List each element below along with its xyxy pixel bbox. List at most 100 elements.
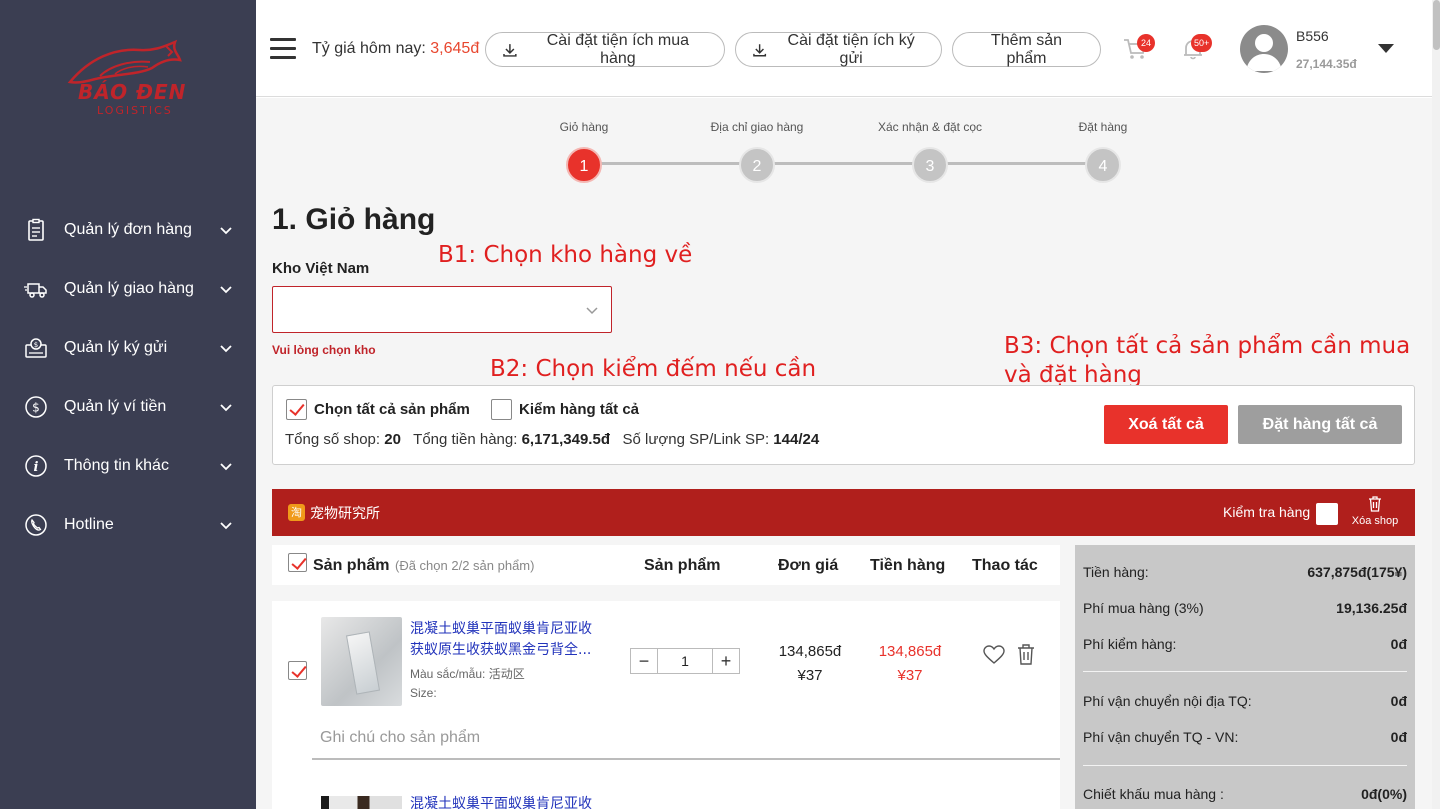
chevron-down-icon: [220, 462, 232, 470]
exchange-rate: Tỷ giá hôm nay: 3,645đ: [312, 40, 479, 58]
shop-name[interactable]: 宠物研究所: [310, 503, 380, 523]
product-title-link[interactable]: 混凝土蚁巢平面蚁巢肯尼亚收: [410, 793, 592, 809]
step-number: 4: [1085, 147, 1121, 183]
select-shop-products-checkbox[interactable]: [288, 553, 307, 572]
col-unit-price: Đơn giá: [778, 557, 839, 574]
hamburger-menu-icon[interactable]: [270, 38, 296, 60]
delete-shop-label: Xóa shop: [1351, 515, 1399, 527]
fee-value: 0đ: [1390, 729, 1407, 745]
step-label: Địa chỉ giao hàng: [710, 120, 804, 134]
order-all-button[interactable]: Đặt hàng tất cả: [1238, 405, 1402, 444]
taobao-icon: 淘: [288, 504, 305, 521]
checkout-stepper: Giỏ hàng 1 Địa chỉ giao hàng 2 Xác nhận …: [556, 120, 1127, 190]
fee-value: 637,875đ(175¥): [1307, 564, 1407, 580]
product-image[interactable]: [321, 796, 402, 809]
notification-count-badge: 50+: [1191, 34, 1213, 52]
fee-goods: Tiền hàng: 637,875đ(175¥): [1083, 564, 1407, 580]
sidebar-item-label: Quản lý giao hàng: [64, 279, 194, 297]
fee-label: Tiền hàng:: [1083, 564, 1149, 580]
check-all-checkbox[interactable]: [491, 399, 512, 420]
svg-text:$: $: [32, 400, 40, 414]
shop-header: 淘 宠物研究所 Kiểm tra hàng Xóa shop: [272, 489, 1415, 536]
install-consign-extension-label: Cài đặt tiện ích ký gửi: [787, 31, 915, 67]
increase-quantity-button[interactable]: +: [713, 649, 739, 673]
fee-label: Phí vận chuyển nội địa TQ:: [1083, 693, 1252, 709]
amount-cny: ¥37: [897, 667, 923, 684]
sidebar-item-delivery[interactable]: Quản lý giao hàng: [0, 259, 256, 318]
dollar-circle-icon: $: [25, 395, 47, 418]
page-title: 1. Giỏ hàng: [272, 203, 436, 236]
install-purchase-extension-button[interactable]: Cài đặt tiện ích mua hàng: [485, 32, 725, 67]
product-image[interactable]: [321, 617, 402, 706]
add-product-button[interactable]: Thêm sản phẩm: [952, 32, 1101, 67]
note-underline: [312, 758, 1060, 760]
amount: 134,865đ ¥37: [870, 640, 950, 688]
user-silhouette-icon: [1246, 34, 1282, 71]
fee-domestic-shipping: Phí vận chuyển nội địa TQ: 0đ: [1083, 693, 1407, 709]
sidebar-nav: Quản lý đơn hàng Quản lý giao hàng $ Quả…: [0, 200, 256, 554]
delete-product-trash-icon[interactable]: [1016, 643, 1036, 665]
sidebar-item-hotline[interactable]: Hotline: [0, 495, 256, 554]
chevron-down-icon: [220, 226, 232, 234]
user-name: B556: [1296, 28, 1329, 44]
sidebar-item-other-info[interactable]: i Thông tin khác: [0, 436, 256, 495]
warehouse-select[interactable]: [272, 286, 612, 333]
sidebar-item-orders[interactable]: Quản lý đơn hàng: [0, 200, 256, 259]
product-checkbox[interactable]: [288, 661, 307, 680]
scrollbar-thumb[interactable]: [1433, 0, 1440, 50]
fee-label: Chiết khấu mua hàng :: [1083, 786, 1224, 802]
quantity-input[interactable]: 1: [657, 649, 713, 673]
fee-check: Phí kiểm hàng: 0đ: [1083, 636, 1407, 652]
main-content: Giỏ hàng 1 Địa chỉ giao hàng 2 Xác nhận …: [256, 98, 1432, 809]
sidebar-item-wallet[interactable]: $ Quản lý ví tiền: [0, 377, 256, 436]
step-number: 1: [566, 147, 602, 183]
selected-count: (Đã chọn 2/2 sản phẩm): [395, 558, 535, 573]
fee-label: Phí kiểm hàng:: [1083, 636, 1177, 652]
step-address: Địa chỉ giao hàng 2: [697, 120, 817, 183]
decrease-quantity-button[interactable]: −: [631, 649, 657, 673]
info-icon: i: [25, 454, 47, 477]
step-label: Xác nhận & đặt cọc: [877, 120, 983, 134]
install-consign-extension-button[interactable]: Cài đặt tiện ích ký gửi: [735, 32, 942, 67]
fee-label: Phí vận chuyển TQ - VN:: [1083, 729, 1239, 745]
col-product: Sản phẩm: [313, 557, 390, 574]
page-scrollbar[interactable]: [1432, 0, 1440, 809]
total-value: 6,171,349.5đ: [521, 431, 610, 448]
fee-label: Phí mua hàng (3%): [1083, 600, 1204, 616]
unit-price: 134,865đ ¥37: [770, 640, 850, 688]
step-label: Đặt hàng: [1078, 120, 1128, 134]
shop-count-value: 20: [384, 431, 401, 448]
sidebar-item-consignment[interactable]: $ Quản lý ký gửi: [0, 318, 256, 377]
exchange-rate-label: Tỷ giá hôm nay:: [312, 40, 426, 57]
user-avatar[interactable]: [1240, 25, 1288, 73]
user-menu-caret-icon[interactable]: [1378, 44, 1394, 53]
delete-all-button[interactable]: Xoá tất cả: [1104, 405, 1228, 444]
step-confirm: Xác nhận & đặt cọc 3: [870, 120, 990, 183]
favorite-heart-icon[interactable]: [983, 645, 1005, 665]
col-product-qty: Sản phẩm: [644, 557, 721, 574]
logo-text: BÁO ĐEN: [78, 80, 187, 104]
fee-purchase: Phí mua hàng (3%) 19,136.25đ: [1083, 600, 1407, 616]
quantity-stepper: − 1 +: [630, 648, 740, 674]
quantity-label: Số lượng SP/Link SP:: [622, 431, 770, 448]
product-row: 混凝土蚁巢平面蚁巢肯尼亚收: [272, 791, 1060, 809]
fee-value: 0đ: [1390, 636, 1407, 652]
svg-text:i: i: [34, 460, 39, 475]
step-cart: Giỏ hàng 1: [524, 120, 644, 183]
top-header: Tỷ giá hôm nay: 3,645đ Cài đặt tiện ích …: [256, 0, 1432, 97]
select-all-label: Chọn tất cả sản phẩm: [314, 401, 470, 418]
brand-logo[interactable]: BÁO ĐEN LOGISTICS: [60, 38, 200, 120]
shop-check-checkbox[interactable]: [1316, 503, 1338, 525]
delete-shop-button[interactable]: Xóa shop: [1348, 495, 1402, 527]
cart-stats: Tổng số shop: 20 Tổng tiền hàng: 6,171,3…: [285, 431, 819, 448]
step-label: Giỏ hàng: [559, 120, 609, 134]
total-label: Tổng tiền hàng:: [413, 431, 518, 448]
unit-price-cny: ¥37: [797, 667, 823, 684]
warehouse-error: Vui lòng chọn kho: [272, 343, 376, 357]
product-title-link[interactable]: 混凝土蚁巢平面蚁巢肯尼亚收获蚁原生收获蚁黑金弓背全...: [410, 619, 600, 661]
fee-value: 0đ(0%): [1361, 786, 1407, 802]
chevron-down-icon: [220, 344, 232, 352]
fee-summary-panel: Tiền hàng: 637,875đ(175¥) Phí mua hàng (…: [1075, 545, 1415, 809]
select-all-checkbox[interactable]: [286, 399, 307, 420]
product-note-input[interactable]: Ghi chú cho sản phẩm: [320, 729, 480, 747]
